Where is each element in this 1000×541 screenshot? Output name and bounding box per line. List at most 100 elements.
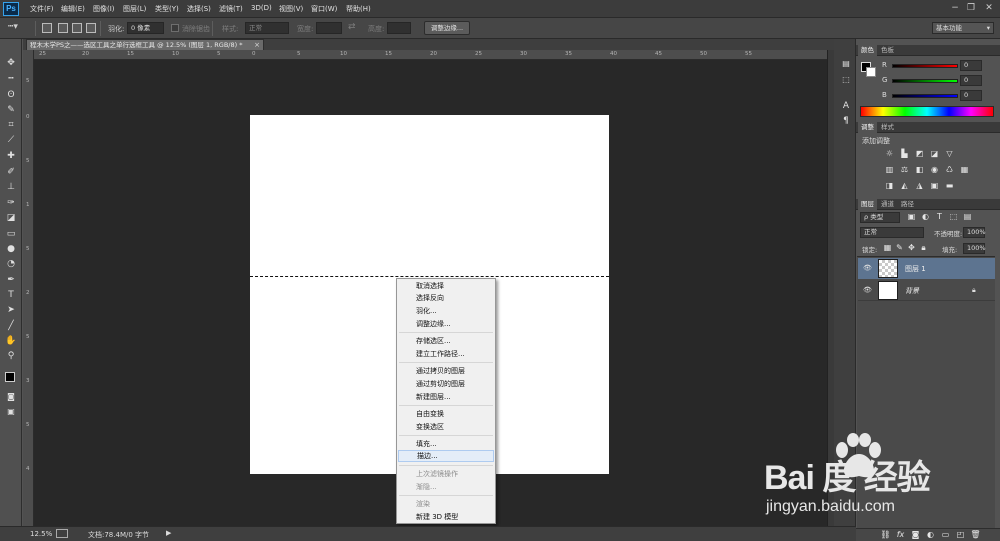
mask-icon[interactable]: ◙ xyxy=(910,530,921,540)
foreground-color-swatch[interactable] xyxy=(5,372,15,382)
document-tab[interactable]: 程木木学PS之——选区工具之单行选框工具 @ 12.5% (图层 1, RGB/… xyxy=(26,39,264,50)
minimize-icon[interactable]: − xyxy=(948,2,962,14)
layer-kind-filter[interactable]: ρ 类型 xyxy=(860,212,900,223)
antialias-checkbox[interactable] xyxy=(171,24,179,32)
vibrance-icon[interactable]: ▽ xyxy=(944,149,955,159)
lock-position-icon[interactable]: ✥ xyxy=(906,243,917,253)
hue-saturation-icon[interactable]: ▥ xyxy=(884,165,895,175)
subtract-selection-icon[interactable] xyxy=(72,23,82,33)
menu-file[interactable]: 文件(F) xyxy=(30,4,54,14)
line-tool-icon[interactable]: ╱ xyxy=(3,319,19,333)
status-menu-arrow[interactable]: ▶ xyxy=(166,529,171,537)
width-input[interactable] xyxy=(316,22,342,34)
screen-mode-icon[interactable]: ▣ xyxy=(3,405,19,419)
tab-color[interactable]: 颜色 xyxy=(858,45,877,56)
clone-stamp-tool-icon[interactable]: ⊥ xyxy=(3,180,19,194)
menu-item-new-layer[interactable]: 新建图层... xyxy=(398,391,494,403)
opacity-input[interactable]: 100% xyxy=(963,227,986,238)
menu-item-refine-edge[interactable]: 调整边缘... xyxy=(398,318,494,330)
green-value-input[interactable]: 0 xyxy=(960,75,982,86)
channel-mixer-icon[interactable]: ♺ xyxy=(944,165,955,175)
refine-edge-button[interactable]: 调整边缘... xyxy=(424,21,470,35)
lock-all-icon[interactable]: 🔒︎ xyxy=(918,243,929,253)
curves-icon[interactable]: ◩ xyxy=(914,149,925,159)
zoom-tool-icon[interactable]: ⚲ xyxy=(3,349,19,363)
posterize-icon[interactable]: ◭ xyxy=(899,181,910,191)
workspace-select[interactable]: 基本功能 ▾ xyxy=(932,22,994,34)
history-brush-tool-icon[interactable]: ✑ xyxy=(3,196,19,210)
menu-item-fill[interactable]: 填充... xyxy=(398,438,494,450)
menu-item-deselect[interactable]: 取消选择 xyxy=(398,280,494,292)
menu-view[interactable]: 视图(V) xyxy=(279,4,303,14)
group-icon[interactable]: ▭ xyxy=(940,530,951,540)
menu-item-feather[interactable]: 羽化... xyxy=(398,305,494,317)
gradient-tool-icon[interactable]: ▭ xyxy=(3,227,19,241)
menu-image[interactable]: 图像(I) xyxy=(93,4,115,14)
type-tool-icon[interactable]: T xyxy=(3,288,19,302)
horizontal-ruler[interactable]: 25 20 15 10 5 0 5 10 15 20 25 30 35 40 4… xyxy=(34,50,834,60)
layer-name[interactable]: 背景 xyxy=(905,286,919,296)
healing-brush-tool-icon[interactable]: ✚ xyxy=(3,149,19,163)
lock-transparent-icon[interactable]: ▦ xyxy=(882,243,893,253)
intersect-selection-icon[interactable] xyxy=(86,23,96,33)
menu-item-transform-selection[interactable]: 变换选区 xyxy=(398,421,494,433)
visibility-eye-icon[interactable]: 👁︎ xyxy=(863,264,872,272)
character-panel-icon[interactable]: A xyxy=(838,99,854,113)
quick-mask-icon[interactable]: ◙ xyxy=(3,390,19,404)
smart-object-filter-icon[interactable]: ▤ xyxy=(962,212,973,222)
path-select-tool-icon[interactable]: ➤ xyxy=(3,303,19,317)
shape-filter-icon[interactable]: ⬚ xyxy=(948,212,959,222)
single-row-marquee-icon[interactable]: ┅▾ xyxy=(8,22,18,32)
layer-row-background[interactable]: 👁︎ 背景 🔒︎ xyxy=(858,280,995,301)
tab-adjustments[interactable]: 调整 xyxy=(858,122,877,133)
green-slider[interactable] xyxy=(892,79,958,83)
blend-mode-select[interactable]: 正常 xyxy=(860,227,924,238)
new-layer-icon[interactable]: ◰ xyxy=(955,530,966,540)
adjustment-filter-icon[interactable]: ◐ xyxy=(920,212,931,222)
menu-item-free-transform[interactable]: 自由变换 xyxy=(398,408,494,420)
height-input[interactable] xyxy=(387,22,411,34)
menu-item-layer-via-cut[interactable]: 通过剪切的图层 xyxy=(398,378,494,390)
add-to-selection-icon[interactable] xyxy=(58,23,68,33)
menu-item-new-3d-model[interactable]: 新建 3D 模型 xyxy=(398,511,494,523)
red-slider[interactable] xyxy=(892,64,958,68)
color-spectrum-bar[interactable] xyxy=(860,106,994,117)
feather-input[interactable]: 0 像素 xyxy=(127,22,164,34)
blue-value-input[interactable]: 0 xyxy=(960,90,982,101)
menu-item-save-selection[interactable]: 存储选区... xyxy=(398,335,494,347)
menu-help[interactable]: 帮助(H) xyxy=(346,4,371,14)
menu-3d[interactable]: 3D(D) xyxy=(251,4,272,12)
gradient-map-icon[interactable]: ▬ xyxy=(944,181,955,191)
visibility-eye-icon[interactable]: 👁︎ xyxy=(863,286,872,294)
brush-presets-icon[interactable]: ⬚ xyxy=(838,73,854,87)
trash-icon[interactable]: 🗑︎ xyxy=(970,530,981,540)
style-select[interactable]: 正常 xyxy=(245,22,289,34)
hand-tool-icon[interactable]: ✋ xyxy=(3,334,19,348)
color-lookup-icon[interactable]: ▦ xyxy=(959,165,970,175)
type-filter-icon[interactable]: T xyxy=(934,212,945,222)
menu-window[interactable]: 窗口(W) xyxy=(311,4,337,14)
tab-channels[interactable]: 通道 xyxy=(878,199,897,210)
menu-edit[interactable]: 编辑(E) xyxy=(61,4,85,14)
threshold-icon[interactable]: ◮ xyxy=(914,181,925,191)
marquee-tool-icon[interactable]: ┅ xyxy=(3,72,19,86)
tab-styles[interactable]: 样式 xyxy=(878,122,897,133)
adjustment-icon[interactable]: ◐ xyxy=(925,530,936,540)
menu-type[interactable]: 类型(Y) xyxy=(155,4,179,14)
swap-icon[interactable]: ⇄ xyxy=(348,22,356,32)
layer-row-layer1[interactable]: 👁︎ 图层 1 xyxy=(858,258,995,279)
brush-tool-icon[interactable]: ✐ xyxy=(3,165,19,179)
lock-image-icon[interactable]: ✎ xyxy=(894,243,905,253)
new-selection-icon[interactable] xyxy=(42,23,52,33)
quick-select-tool-icon[interactable]: ✎ xyxy=(3,103,19,117)
menu-layer[interactable]: 图层(L) xyxy=(123,4,146,14)
pen-tool-icon[interactable]: ✒ xyxy=(3,273,19,287)
black-white-icon[interactable]: ◧ xyxy=(914,165,925,175)
menu-item-stroke[interactable]: 描边... xyxy=(398,450,494,462)
menu-item-layer-via-copy[interactable]: 通过拷贝的图层 xyxy=(398,365,494,377)
eraser-tool-icon[interactable]: ◪ xyxy=(3,211,19,225)
move-tool-icon[interactable]: ✥ xyxy=(3,56,19,70)
brightness-icon[interactable]: ☼ xyxy=(884,149,895,159)
restore-icon[interactable]: ❐ xyxy=(964,2,978,14)
menu-select[interactable]: 选择(S) xyxy=(187,4,211,14)
